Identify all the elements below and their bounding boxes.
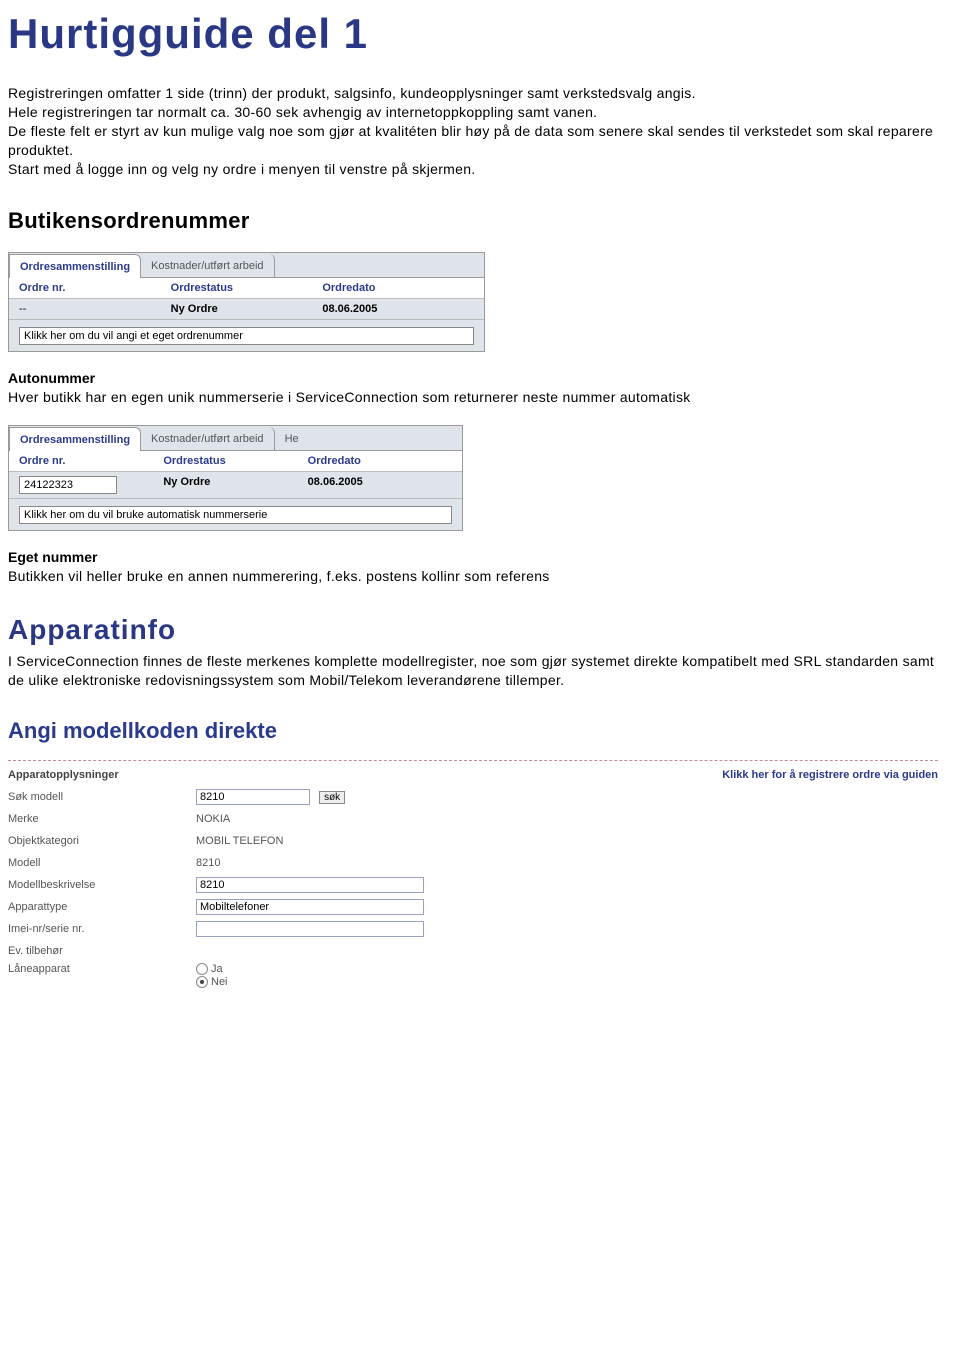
tab-kostnader[interactable]: Kostnader/utført arbeid [141, 254, 275, 277]
intro-p4: Start med å logge inn og velg ny ordre i… [8, 161, 476, 177]
tab-ordresammenstilling[interactable]: Ordresammenstilling [9, 254, 141, 278]
row-ev-tilbehor: Ev. tilbehør [8, 941, 938, 961]
intro-text: Registreringen omfatter 1 side (trinn) d… [8, 84, 952, 178]
radio-ja-label: Ja [211, 963, 223, 975]
row-modell: Modell 8210 [8, 853, 938, 873]
tabs-row: Ordresammenstilling Kostnader/utført arb… [9, 253, 484, 278]
angi-heading: Angi modellkoden direkte [8, 718, 952, 744]
form-top-row: Apparatopplysninger Klikk her for å regi… [8, 769, 938, 781]
apparatinfo-text: I ServiceConnection finnes de fleste mer… [8, 652, 952, 690]
intro-p2: Hele registreringen tar normalt ca. 30-6… [8, 104, 597, 120]
tab-ordresammenstilling[interactable]: Ordresammenstilling [9, 427, 141, 451]
panel-header: Ordre nr. Ordrestatus Ordredato [9, 278, 484, 299]
val-ordredato: 08.06.2005 [322, 303, 474, 315]
modell-label: Modell [8, 857, 196, 869]
modell-value: 8210 [196, 857, 220, 869]
apparat-form: Apparatopplysninger Klikk her for å regi… [8, 760, 938, 989]
sok-modell-input[interactable] [196, 789, 310, 805]
ordre-nr-input[interactable] [19, 476, 117, 494]
laneapparat-label: Låneapparat [8, 963, 196, 975]
imei-field-wrap [196, 921, 424, 937]
tab-kostnader[interactable]: Kostnader/utført arbeid [141, 427, 275, 450]
row-sok-modell: Søk modell søk [8, 787, 938, 807]
radio-ja-row[interactable]: Ja [196, 963, 228, 975]
col-ordredato: Ordredato [308, 455, 452, 467]
register-via-guide-link[interactable]: Klikk her for å registrere ordre via gui… [722, 769, 938, 781]
tabs-row: Ordresammenstilling Kostnader/utført arb… [9, 426, 462, 451]
row-apparattype: Apparattype [8, 897, 938, 917]
val-ordrestatus: Ny Ordre [171, 303, 323, 315]
sok-modell-field-wrap: søk [196, 789, 345, 805]
col-ordre-nr: Ordre nr. [19, 455, 163, 467]
modellbeskrivelse-field-wrap [196, 877, 424, 893]
sok-modell-label: Søk modell [8, 791, 196, 803]
row-laneapparat: Låneapparat Ja Nei [8, 963, 938, 989]
val-ordredato: 08.06.2005 [308, 476, 452, 494]
imei-label: Imei-nr/serie nr. [8, 923, 196, 935]
merke-value: NOKIA [196, 813, 230, 825]
col-ordrestatus: Ordrestatus [171, 282, 323, 294]
radio-nei-row[interactable]: Nei [196, 976, 228, 988]
autonummer-heading: Autonummer [8, 370, 952, 386]
ev-tilbehor-label: Ev. tilbehør [8, 945, 196, 957]
merke-label: Merke [8, 813, 196, 825]
egetnummer-heading: Eget nummer [8, 549, 952, 565]
auto-nummerserie-input[interactable] [19, 506, 452, 524]
radio-ja-icon [196, 963, 208, 975]
apparatopplysninger-label: Apparatopplysninger [8, 769, 119, 781]
imei-input[interactable] [196, 921, 424, 937]
page-title: Hurtigguide del 1 [8, 10, 952, 58]
radio-nei-icon [196, 976, 208, 988]
laneapparat-radios: Ja Nei [196, 963, 228, 989]
apparattype-label: Apparattype [8, 901, 196, 913]
intro-p1: Registreringen omfatter 1 side (trinn) d… [8, 85, 696, 101]
panel-row: -- Ny Ordre 08.06.2005 [9, 299, 484, 320]
panel-input-row [9, 499, 462, 530]
modellbeskrivelse-label: Modellbeskrivelse [8, 879, 196, 891]
col-ordrestatus: Ordrestatus [163, 455, 307, 467]
tab-cut[interactable]: He [275, 427, 309, 450]
col-ordre-nr: Ordre nr. [19, 282, 171, 294]
row-objektkategori: Objektkategori MOBIL TELEFON [8, 831, 938, 851]
apparattype-field-wrap [196, 899, 424, 915]
order-panel-2: Ordresammenstilling Kostnader/utført arb… [8, 425, 463, 531]
section-butikkens-heading: Butikensordrenummer [8, 208, 952, 234]
panel-header: Ordre nr. Ordrestatus Ordredato [9, 451, 462, 472]
egetnummer-text: Butikken vil heller bruke en annen numme… [8, 567, 952, 586]
sok-button[interactable]: søk [319, 791, 345, 804]
row-imei: Imei-nr/serie nr. [8, 919, 938, 939]
autonummer-text: Hver butikk har en egen unik nummerserie… [8, 388, 952, 407]
col-ordredato: Ordredato [322, 282, 474, 294]
val-ordre-nr-wrap [19, 476, 163, 494]
objektkategori-label: Objektkategori [8, 835, 196, 847]
radio-nei-label: Nei [211, 976, 228, 988]
val-ordre-nr: -- [19, 303, 171, 315]
ordre-nummer-input[interactable] [19, 327, 474, 345]
panel-input-row [9, 320, 484, 351]
apparatinfo-heading: Apparatinfo [8, 614, 952, 646]
order-panel-1: Ordresammenstilling Kostnader/utført arb… [8, 252, 485, 352]
row-modellbeskrivelse: Modellbeskrivelse [8, 875, 938, 895]
modellbeskrivelse-input[interactable] [196, 877, 424, 893]
intro-p3: De fleste felt er styrt av kun mulige va… [8, 123, 933, 158]
val-ordrestatus: Ny Ordre [163, 476, 307, 494]
panel-row: Ny Ordre 08.06.2005 [9, 472, 462, 499]
apparattype-input[interactable] [196, 899, 424, 915]
objektkategori-value: MOBIL TELEFON [196, 835, 283, 847]
row-merke: Merke NOKIA [8, 809, 938, 829]
